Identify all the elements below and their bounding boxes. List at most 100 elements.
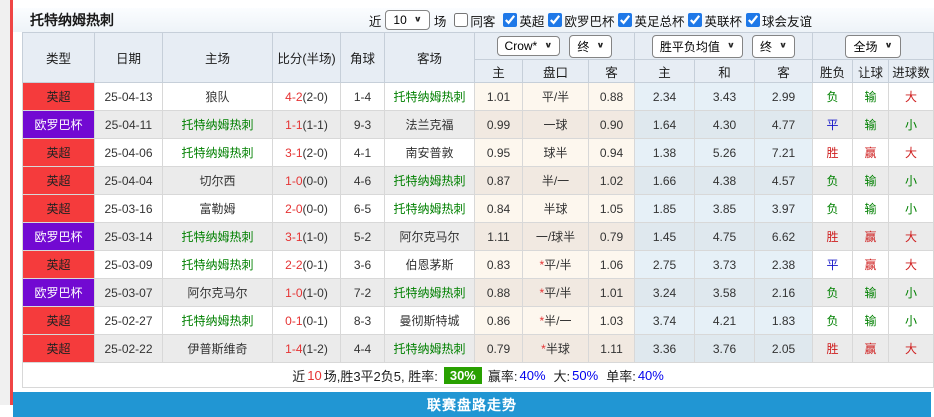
team-title: 托特纳姆热刺 bbox=[30, 12, 114, 28]
away-team[interactable]: 阿尔克马尔 bbox=[384, 222, 475, 251]
league-filter: 英联杯 bbox=[684, 11, 742, 30]
league-cell: 英超 bbox=[22, 138, 95, 167]
home-team[interactable]: 托特纳姆热刺 bbox=[162, 138, 273, 167]
away-team[interactable]: 曼彻斯特城 bbox=[384, 306, 475, 335]
home-team[interactable]: 托特纳姆热刺 bbox=[162, 110, 273, 139]
away-team[interactable]: 托特纳姆热刺 bbox=[384, 278, 475, 307]
col-header-result-wdl: 胜负 bbox=[812, 59, 854, 83]
away-team[interactable]: 伯恩茅斯 bbox=[384, 250, 475, 279]
odds-away-cell: 1.02 bbox=[587, 166, 636, 195]
avg-draw-cell: 3.85 bbox=[694, 194, 756, 223]
handicap-cell: 平/半 bbox=[522, 82, 589, 111]
odds-state-select[interactable]: 终 ∨ bbox=[569, 34, 613, 58]
col-header-avg-draw: 和 bbox=[694, 59, 756, 83]
league-filter-checkbox[interactable] bbox=[618, 13, 633, 27]
league-filters: 英超 欧罗巴杯 英足总杯 英联杯 球会友谊 bbox=[499, 11, 812, 30]
avg-home-cell: 3.74 bbox=[634, 306, 696, 335]
home-team[interactable]: 托特纳姆热刺 bbox=[162, 306, 273, 335]
away-team[interactable]: 南安普敦 bbox=[384, 138, 475, 167]
matches-count-select[interactable]: 10 ∨ bbox=[385, 10, 430, 30]
league-filter-checkbox[interactable] bbox=[503, 13, 518, 27]
result-wdl-cell: 负 bbox=[812, 278, 854, 307]
result-goals-cell: 小 bbox=[888, 194, 934, 223]
col-header-handicap: 盘口 bbox=[522, 59, 589, 83]
avg-draw-cell: 4.38 bbox=[694, 166, 756, 195]
date-cell: 25-03-14 bbox=[94, 222, 163, 251]
odds-home-cell: 1.11 bbox=[474, 222, 523, 251]
handicap-cell: *半球 bbox=[522, 334, 589, 363]
result-wdl-cell: 胜 bbox=[812, 138, 854, 167]
result-wdl-cell: 胜 bbox=[812, 334, 854, 363]
home-team[interactable]: 托特纳姆热刺 bbox=[162, 250, 273, 279]
handicap-cell: 一球 bbox=[522, 110, 589, 139]
home-team[interactable]: 伊普斯维奇 bbox=[162, 334, 273, 363]
col-header-odds-home: 主 bbox=[474, 59, 523, 83]
corner-cell: 5-2 bbox=[340, 222, 385, 251]
handicap-cell: 半/一 bbox=[522, 166, 589, 195]
scope-select[interactable]: 全场 ∨ bbox=[845, 34, 901, 58]
avg-home-cell: 2.34 bbox=[634, 82, 696, 111]
avg-draw-cell: 5.26 bbox=[694, 138, 756, 167]
away-team[interactable]: 托特纳姆热刺 bbox=[384, 82, 475, 111]
away-team[interactable]: 托特纳姆热刺 bbox=[384, 166, 475, 195]
league-filter-checkbox[interactable] bbox=[688, 13, 703, 27]
avg-draw-cell: 3.76 bbox=[694, 334, 756, 363]
league-filter-checkbox[interactable] bbox=[548, 13, 563, 27]
odds-home-cell: 0.99 bbox=[474, 110, 523, 139]
big-label: 大: bbox=[553, 368, 571, 384]
result-wdl-cell: 负 bbox=[812, 166, 854, 195]
avg-away-cell: 2.05 bbox=[754, 334, 814, 363]
away-team[interactable]: 托特纳姆热刺 bbox=[384, 194, 475, 223]
away-team[interactable]: 法兰克福 bbox=[384, 110, 475, 139]
odds-home-cell: 0.84 bbox=[474, 194, 523, 223]
home-team[interactable]: 富勒姆 bbox=[162, 194, 273, 223]
corner-cell: 4-4 bbox=[340, 334, 385, 363]
league-cell: 英超 bbox=[22, 82, 95, 111]
corner-cell: 6-5 bbox=[340, 194, 385, 223]
avg-state-select[interactable]: 终 ∨ bbox=[752, 34, 796, 58]
avg-type-select[interactable]: 胜平负均值 ∨ bbox=[651, 34, 744, 58]
score-cell: 1-1(1-1) bbox=[272, 110, 341, 139]
home-team[interactable]: 狼队 bbox=[162, 82, 273, 111]
league-cell: 欧罗巴杯 bbox=[22, 278, 95, 307]
match-row: 英超 25-02-22 伊普斯维奇 1-4(1-2) 4-4 托特纳姆热刺 0.… bbox=[22, 334, 934, 363]
odds-home-cell: 1.01 bbox=[474, 82, 523, 111]
avg-home-cell: 1.64 bbox=[634, 110, 696, 139]
same-away-checkbox[interactable] bbox=[454, 13, 469, 27]
league-filter: 英超 bbox=[499, 11, 544, 30]
near-label: 近 bbox=[368, 14, 382, 29]
result-goals-cell: 大 bbox=[888, 82, 934, 111]
odds-away-cell: 1.11 bbox=[587, 334, 636, 363]
home-team[interactable]: 阿尔克马尔 bbox=[162, 278, 273, 307]
win-odds-value: 40% bbox=[519, 367, 546, 383]
chevron-down-icon: ∨ bbox=[544, 41, 553, 50]
away-team[interactable]: 托特纳姆热刺 bbox=[384, 334, 475, 363]
single-value: 40% bbox=[637, 367, 664, 383]
corner-cell: 1-4 bbox=[340, 82, 385, 111]
filter-controls: 近 10 ∨ 场 同客 英超 欧罗巴杯 英足总杯 英联杯 球会友谊 bbox=[369, 10, 934, 30]
date-cell: 25-04-04 bbox=[94, 166, 163, 195]
match-row: 英超 25-04-04 切尔西 1-0(0-0) 4-6 托特纳姆热刺 0.87… bbox=[22, 166, 934, 195]
result-goals-cell: 大 bbox=[888, 250, 934, 279]
avg-away-cell: 2.16 bbox=[754, 278, 814, 307]
odds-away-cell: 1.01 bbox=[587, 278, 636, 307]
league-filter-label: 英足总杯 bbox=[634, 14, 685, 29]
league-cell: 英超 bbox=[22, 166, 95, 195]
home-team[interactable]: 托特纳姆热刺 bbox=[162, 222, 273, 251]
match-row: 英超 25-04-13 狼队 4-2(2-0) 1-4 托特纳姆热刺 1.01 … bbox=[22, 82, 934, 111]
league-filter-checkbox[interactable] bbox=[745, 13, 760, 27]
league-filter-label: 英超 bbox=[519, 14, 545, 29]
date-cell: 25-04-13 bbox=[94, 82, 163, 111]
corner-cell: 4-6 bbox=[340, 166, 385, 195]
result-goals-cell: 大 bbox=[888, 222, 934, 251]
result-handicap-cell: 输 bbox=[852, 278, 890, 307]
match-history-table: 类型 日期 主场 比分(半场) 角球 客场 Crow* ∨ 终 ∨ 胜平负均值 … bbox=[21, 32, 934, 388]
score-cell: 3-1(2-0) bbox=[272, 138, 341, 167]
score-cell: 2-2(0-1) bbox=[272, 250, 341, 279]
home-team[interactable]: 切尔西 bbox=[162, 166, 273, 195]
odds-company-select[interactable]: Crow* ∨ bbox=[496, 36, 561, 56]
odds-home-cell: 0.79 bbox=[474, 334, 523, 363]
chevron-down-icon: ∨ bbox=[596, 41, 605, 50]
odds-away-cell: 0.94 bbox=[587, 138, 636, 167]
score-cell: 1-0(0-0) bbox=[272, 166, 341, 195]
